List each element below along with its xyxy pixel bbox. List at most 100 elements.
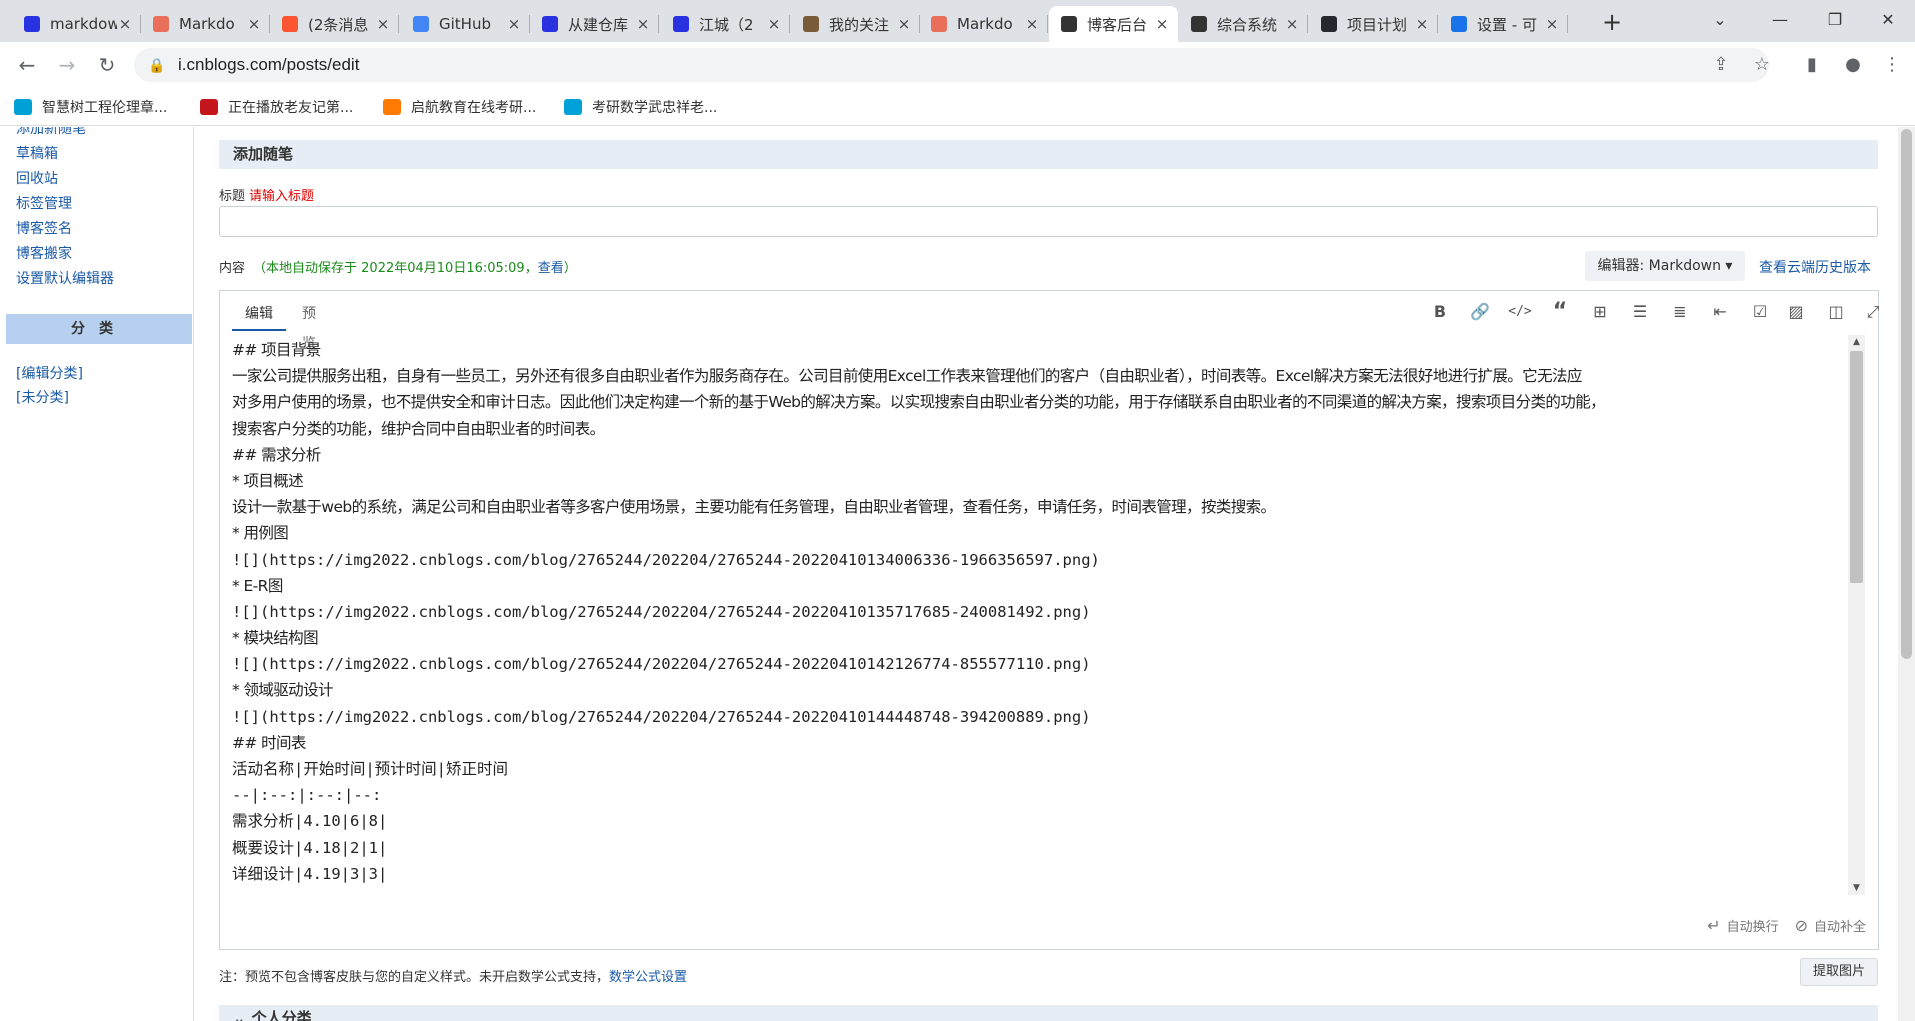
editor-line: 搜索客户分类的功能，维护合同中自由职业者的时间表。 — [232, 419, 605, 438]
close-tab-icon[interactable]: × — [1154, 15, 1170, 33]
math-settings-link[interactable]: 数学公式设置 — [609, 970, 687, 985]
close-window-icon[interactable]: ✕ — [1868, 6, 1908, 34]
editor-scrollbar-thumb[interactable] — [1850, 351, 1863, 583]
editor-type-dropdown[interactable]: 编辑器: Markdown ▾ — [1585, 251, 1745, 281]
personal-category-header[interactable]: ⌄ 个人分类 — [219, 1005, 1878, 1021]
tab-title: 江城（2 — [699, 15, 754, 34]
browser-tab[interactable]: 综合系统 × — [1179, 6, 1308, 42]
back-arrow-icon[interactable]: ← — [12, 50, 42, 80]
bookmark-star-icon[interactable]: ☆ — [1748, 51, 1776, 79]
browser-tab[interactable]: markdow × — [12, 6, 141, 42]
bookmark-item[interactable]: 正在播放老友记第... — [200, 96, 353, 118]
tab-title: 综合系统 — [1217, 15, 1278, 34]
close-tab-icon[interactable]: × — [1544, 15, 1560, 33]
address-bar[interactable]: 🔒 i.cnblogs.com/posts/edit — [134, 48, 1769, 82]
markdown-editor: 编辑 预览 B 🔗 </> “ ⊞ ☰ ≣ ⇤ ☑ ▨ ◫ ⤢ ## 项目背景一… — [219, 290, 1879, 950]
browser-tab[interactable]: (2条消息 × — [270, 6, 399, 42]
sidebar-link[interactable]: 草稿箱 — [16, 143, 58, 163]
indent-icon[interactable]: ⇤ — [1706, 299, 1734, 325]
close-tab-icon[interactable]: × — [117, 15, 133, 33]
scroll-up-arrow-icon[interactable]: ▲ — [1848, 335, 1865, 349]
category-link[interactable]: [未分类] — [16, 387, 69, 407]
sidebar-link[interactable]: 添加新随笔 — [16, 127, 86, 138]
category-link[interactable]: [编辑分类] — [16, 363, 83, 383]
restore-window-icon[interactable]: ❐ — [1815, 6, 1855, 34]
bilibili-icon — [14, 99, 32, 115]
page-scrollbar[interactable] — [1898, 127, 1915, 1021]
title-hint: 请输入标题 — [249, 189, 315, 204]
tab-search-chevron-icon[interactable]: ⌄ — [1700, 6, 1740, 34]
preview-note: 注：预览不包含博客皮肤与您的自定义样式。未开启数学公式支持，数学公式设置 — [219, 966, 687, 985]
image-icon[interactable]: ▨ — [1782, 299, 1810, 325]
ordered-list-icon[interactable]: ≣ — [1666, 299, 1694, 325]
browser-tab[interactable]: Markdo × — [919, 6, 1048, 42]
close-tab-icon[interactable]: × — [1284, 15, 1300, 33]
sidebar-link[interactable]: 博客签名 — [16, 218, 72, 238]
close-tab-icon[interactable]: × — [635, 15, 651, 33]
baidu-paw-icon — [673, 16, 689, 32]
browser-tab[interactable]: 博客后台 × — [1049, 6, 1178, 42]
cnblogs-icon — [1061, 16, 1077, 32]
fullscreen-icon[interactable]: ⤢ — [1862, 299, 1884, 325]
reload-icon[interactable]: ↻ — [92, 50, 122, 80]
cnblogs-icon — [1191, 16, 1207, 32]
jianshu-icon — [153, 16, 169, 32]
split-view-icon[interactable]: ◫ — [1822, 299, 1850, 325]
sidebar-link[interactable]: 博客搬家 — [16, 243, 72, 263]
side-panel-icon[interactable]: ▮ — [1798, 51, 1826, 79]
baidu-paw-icon — [24, 16, 40, 32]
bookmark-site-icon — [803, 16, 819, 32]
link-icon[interactable]: 🔗 — [1466, 299, 1494, 325]
autosave-view-link[interactable]: 查看 — [538, 261, 564, 276]
browser-tab[interactable]: GitHub × — [401, 6, 530, 42]
title-input[interactable] — [219, 206, 1878, 237]
close-tab-icon[interactable]: × — [506, 15, 522, 33]
page-scrollbar-thumb[interactable] — [1901, 129, 1912, 659]
tab-edit[interactable]: 编辑 — [232, 299, 286, 331]
cloud-history-link[interactable]: 查看云端历史版本 — [1759, 257, 1871, 277]
browser-tab[interactable]: 从建仓库 × — [530, 6, 659, 42]
browser-tab[interactable]: 江城（2 × — [661, 6, 790, 42]
new-tab-button[interactable]: + — [1598, 8, 1626, 36]
lock-icon: 🔒 — [148, 57, 166, 73]
close-tab-icon[interactable]: × — [246, 15, 262, 33]
share-icon[interactable]: ⇪ — [1707, 51, 1735, 79]
bookmark-item[interactable]: 智慧树工程伦理章... — [14, 96, 167, 118]
tab-separator — [1437, 15, 1438, 33]
browser-tab[interactable]: Markdo × — [141, 6, 270, 42]
sidebar: 添加新随笔 草稿箱 回收站 标签管理 博客签名 博客搬家 设置默认编辑器 分类 [编辑分类]… — [0, 127, 194, 1021]
quote-icon[interactable]: “ — [1546, 299, 1574, 325]
auto-complete-toggle[interactable]: ⊘ 自动补全 — [1795, 916, 1866, 935]
minimize-icon[interactable]: — — [1760, 6, 1800, 34]
close-tab-icon[interactable]: × — [375, 15, 391, 33]
auto-wrap-toggle[interactable]: ↵ 自动换行 — [1707, 916, 1778, 935]
extract-images-button[interactable]: 提取图片 — [1800, 958, 1878, 986]
bold-icon[interactable]: B — [1426, 299, 1454, 325]
sidebar-link[interactable]: 设置默认编辑器 — [16, 268, 114, 288]
browser-tab[interactable]: 设置 - 可 × — [1439, 6, 1568, 42]
profile-avatar-icon[interactable]: ● — [1839, 51, 1867, 79]
sidebar-link[interactable]: 标签管理 — [16, 193, 72, 213]
editor-line: * 模块结构图 — [232, 629, 319, 648]
editor-textarea[interactable]: ## 项目背景 一家公司提供服务出租，自身有一些员工，另外还有很多自由职业者作为服… — [232, 337, 1842, 889]
browser-tab[interactable]: 项目计划 × — [1309, 6, 1438, 42]
table-icon[interactable]: ⊞ — [1586, 299, 1614, 325]
bookmark-item[interactable]: 考研数学武忠祥老... — [564, 96, 717, 118]
tab-preview[interactable]: 预览 — [302, 299, 316, 352]
close-tab-icon[interactable]: × — [896, 15, 912, 33]
bookmark-item[interactable]: 启航教育在线考研... — [383, 96, 536, 118]
close-tab-icon[interactable]: × — [766, 15, 782, 33]
scroll-down-arrow-icon[interactable]: ▼ — [1848, 881, 1865, 895]
code-icon[interactable]: </> — [1506, 299, 1534, 325]
editor-scrollbar[interactable]: ▲ ▼ — [1848, 335, 1865, 895]
close-tab-icon[interactable]: × — [1024, 15, 1040, 33]
tab-title: (2条消息 — [308, 15, 369, 34]
close-tab-icon[interactable]: × — [1414, 15, 1430, 33]
sidebar-link[interactable]: 回收站 — [16, 168, 58, 188]
browser-tab[interactable]: 我的关注 × — [791, 6, 920, 42]
forward-arrow-icon[interactable]: → — [52, 50, 82, 80]
bullet-list-icon[interactable]: ☰ — [1626, 299, 1654, 325]
editor-line: ## 时间表 — [232, 733, 306, 752]
menu-kebab-icon[interactable]: ⋮ — [1878, 51, 1906, 79]
checkbox-icon[interactable]: ☑ — [1746, 299, 1774, 325]
